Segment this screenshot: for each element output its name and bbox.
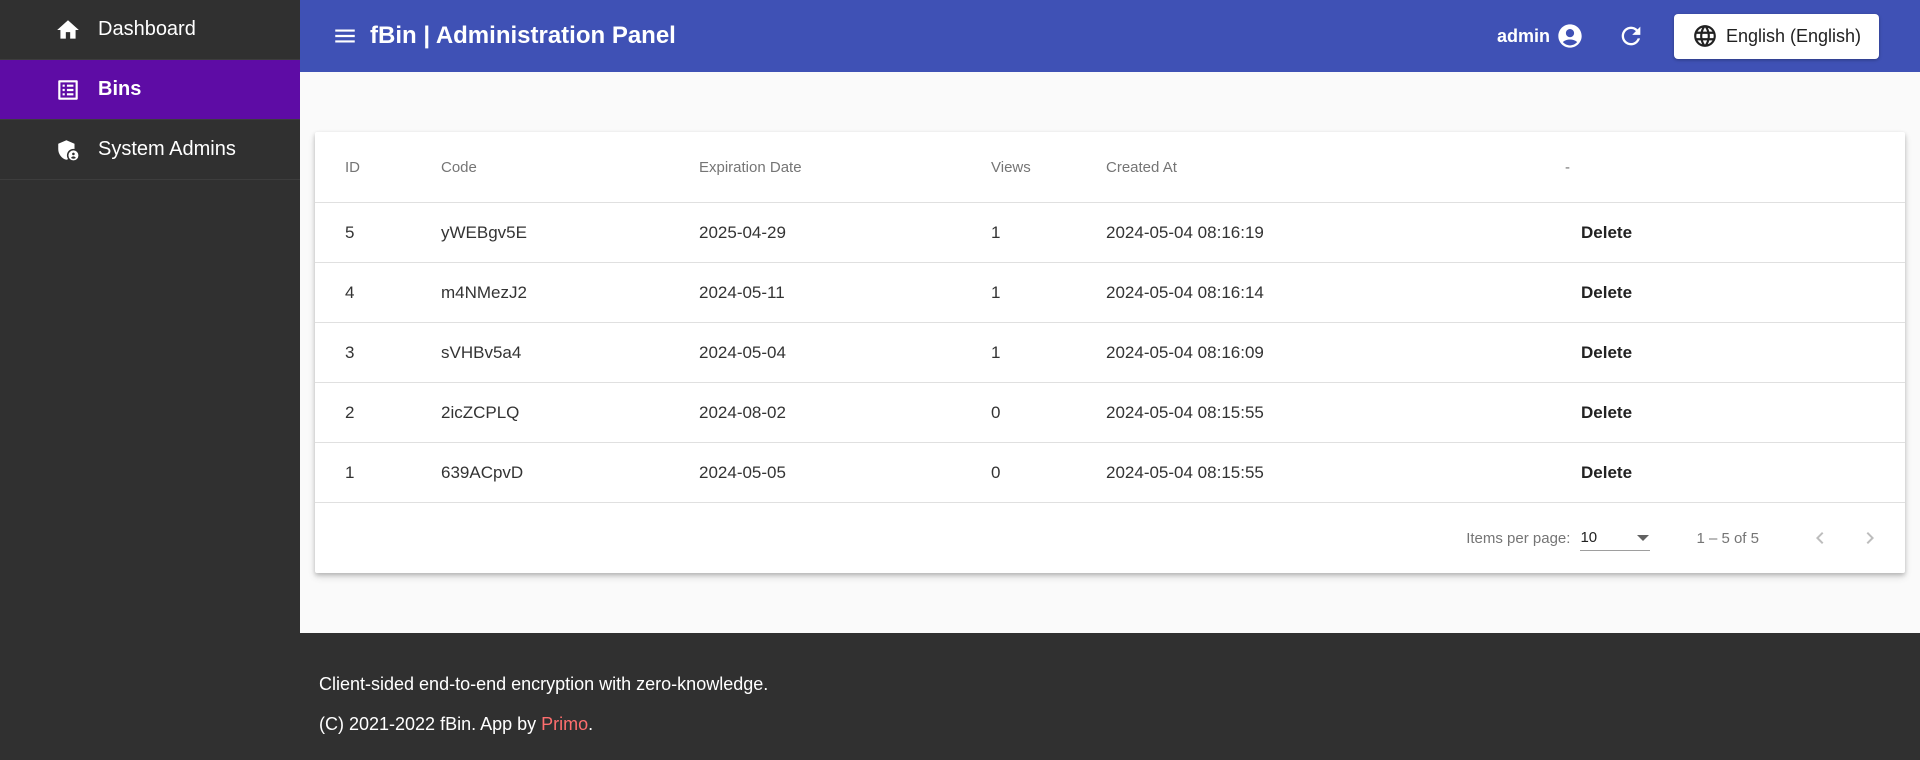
- cell-expiration-date: 2024-05-05: [699, 442, 991, 503]
- cell-actions: Delete: [1565, 322, 1905, 383]
- footer-copyright: (C) 2021-2022 fBin. App by Primo.: [319, 714, 593, 735]
- cell-code: 639ACpvD: [441, 442, 699, 503]
- home-icon: [54, 16, 82, 44]
- admin-shield-icon: [54, 136, 82, 164]
- table-row: 5 yWEBgv5E 2025-04-29 1 2024-05-04 08:16…: [315, 202, 1905, 263]
- menu-icon[interactable]: [330, 21, 360, 51]
- cell-created-at: 2024-05-04 08:15:55: [1106, 382, 1565, 443]
- dropdown-arrow-icon: [1636, 529, 1650, 546]
- globe-icon: [1692, 23, 1718, 49]
- footer-tagline: Client-sided end-to-end encryption with …: [319, 674, 769, 694]
- footer: Client-sided end-to-end encryption with …: [300, 633, 1920, 760]
- top-bar-actions: admin English (English): [1497, 0, 1920, 72]
- column-header-views[interactable]: Views: [991, 132, 1106, 203]
- sidebar-item-system-admins[interactable]: System Admins: [0, 120, 300, 180]
- account-circle-icon: [1556, 22, 1584, 50]
- app-title: fBin | Administration Panel: [370, 22, 676, 49]
- column-header-expiration-date[interactable]: Expiration Date: [699, 132, 991, 203]
- cell-code: sVHBv5a4: [441, 322, 699, 383]
- sidebar-item-label: Dashboard: [98, 18, 196, 40]
- table-header-row: ID Code Expiration Date Views Created At…: [315, 132, 1905, 203]
- column-header-actions: -: [1565, 132, 1905, 203]
- list-icon: [54, 76, 82, 104]
- cell-expiration-date: 2025-04-29: [699, 202, 991, 263]
- cell-views: 0: [991, 382, 1106, 443]
- language-selector-button[interactable]: English (English): [1674, 13, 1879, 59]
- column-header-code[interactable]: Code: [441, 132, 699, 203]
- cell-created-at: 2024-05-04 08:16:19: [1106, 202, 1565, 263]
- delete-button[interactable]: Delete: [1565, 463, 1632, 483]
- page-range: 1 – 5 of 5: [1696, 529, 1759, 547]
- cell-code: m4NMezJ2: [441, 262, 699, 323]
- cell-views: 0: [991, 442, 1106, 503]
- user-menu-button[interactable]: admin: [1497, 22, 1584, 50]
- items-per-page-label: Items per page:: [1466, 529, 1571, 547]
- language-label: English (English): [1725, 25, 1862, 46]
- delete-button[interactable]: Delete: [1565, 283, 1632, 303]
- copyright-suffix: .: [588, 714, 594, 734]
- cell-code: yWEBgv5E: [441, 202, 699, 263]
- cell-views: 1: [991, 322, 1106, 383]
- cell-actions: Delete: [1565, 262, 1905, 323]
- items-per-page-select[interactable]: 10: [1580, 525, 1651, 551]
- bins-table-card: ID Code Expiration Date Views Created At…: [315, 132, 1905, 573]
- cell-created-at: 2024-05-04 08:15:55: [1106, 442, 1565, 503]
- delete-button[interactable]: Delete: [1565, 403, 1632, 423]
- cell-id: 2: [315, 382, 441, 443]
- top-app-bar: fBin | Administration Panel admin Englis…: [300, 0, 1920, 72]
- sidebar-item-bins[interactable]: Bins: [0, 60, 300, 120]
- table-row: 3 sVHBv5a4 2024-05-04 1 2024-05-04 08:16…: [315, 322, 1905, 383]
- cell-views: 1: [991, 202, 1106, 263]
- next-page-icon[interactable]: [1855, 523, 1885, 553]
- cell-created-at: 2024-05-04 08:16:09: [1106, 322, 1565, 383]
- table-row: 1 639ACpvD 2024-05-05 0 2024-05-04 08:15…: [315, 442, 1905, 503]
- username: admin: [1496, 25, 1550, 46]
- cell-actions: Delete: [1565, 202, 1905, 263]
- sidebar: Dashboard Bins System Admins: [0, 0, 300, 760]
- paginator: Items per page: 10 1 – 5 of 5: [315, 503, 1905, 573]
- cell-id: 5: [315, 202, 441, 263]
- previous-page-icon[interactable]: [1805, 523, 1835, 553]
- cell-expiration-date: 2024-05-11: [699, 262, 991, 323]
- copyright-text: (C) 2021-2022 fBin. App by: [319, 714, 542, 734]
- table-row: 4 m4NMezJ2 2024-05-11 1 2024-05-04 08:16…: [315, 262, 1905, 323]
- bins-table: ID Code Expiration Date Views Created At…: [315, 132, 1905, 503]
- refresh-icon[interactable]: [1616, 21, 1646, 51]
- sidebar-item-label: System Admins: [98, 138, 236, 160]
- column-header-created-at[interactable]: Created At: [1106, 132, 1565, 203]
- cell-id: 4: [315, 262, 441, 323]
- cell-created-at: 2024-05-04 08:16:14: [1106, 262, 1565, 323]
- sidebar-item-dashboard[interactable]: Dashboard: [0, 0, 300, 60]
- column-header-id[interactable]: ID: [315, 132, 441, 203]
- cell-actions: Delete: [1565, 382, 1905, 443]
- cell-views: 1: [991, 262, 1106, 323]
- cell-id: 1: [315, 442, 441, 503]
- items-per-page-value: 10: [1580, 529, 1598, 546]
- cell-actions: Delete: [1565, 442, 1905, 503]
- delete-button[interactable]: Delete: [1565, 343, 1632, 363]
- cell-expiration-date: 2024-05-04: [699, 322, 991, 383]
- sidebar-item-label: Bins: [98, 78, 142, 100]
- table-row: 2 2icZCPLQ 2024-08-02 0 2024-05-04 08:15…: [315, 382, 1905, 443]
- cell-id: 3: [315, 322, 441, 383]
- author-link[interactable]: Primo: [541, 714, 588, 734]
- cell-code: 2icZCPLQ: [441, 382, 699, 443]
- cell-expiration-date: 2024-08-02: [699, 382, 991, 443]
- delete-button[interactable]: Delete: [1565, 223, 1632, 243]
